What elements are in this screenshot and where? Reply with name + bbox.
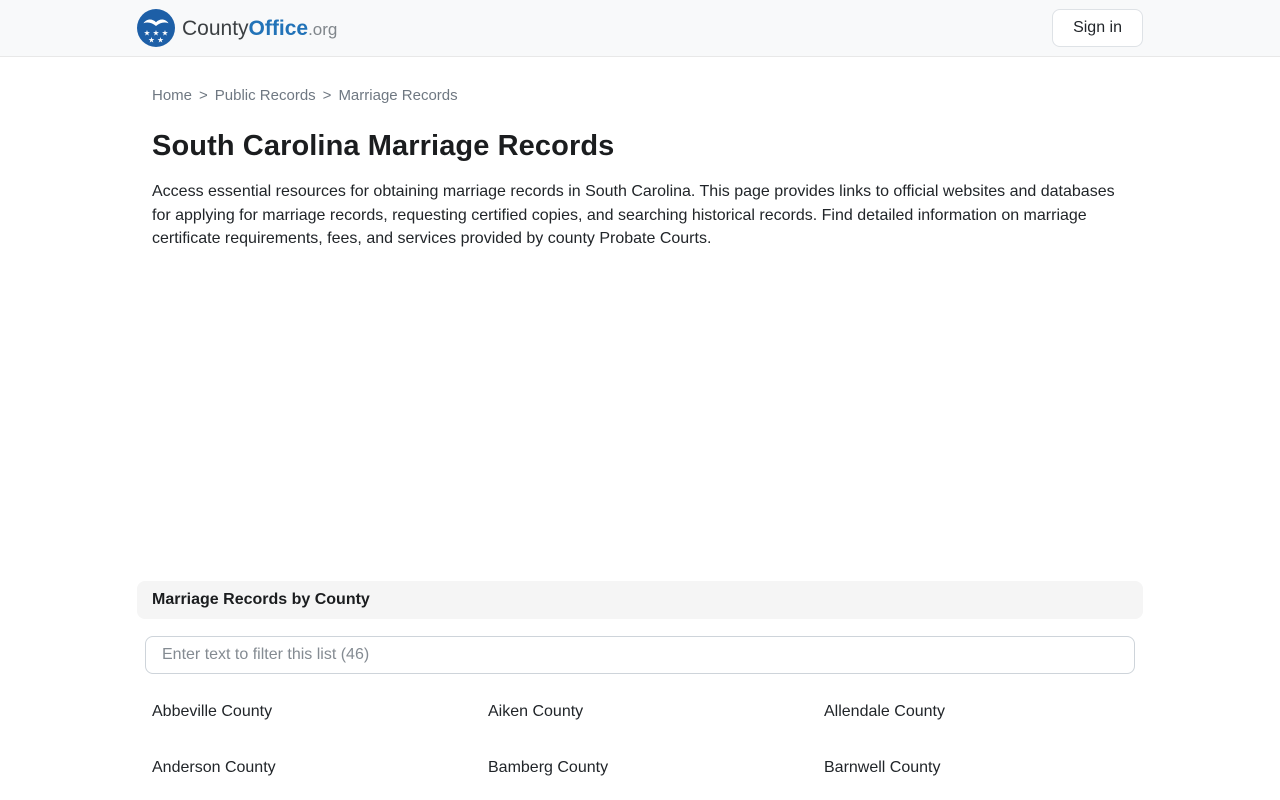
sign-in-button[interactable]: Sign in bbox=[1052, 9, 1143, 47]
county-section: Marriage Records by County Abbeville Cou… bbox=[137, 580, 1143, 777]
logo-text-org: .org bbox=[308, 19, 338, 39]
county-section-title: Marriage Records by County bbox=[152, 590, 370, 608]
county-office-logo[interactable]: ★ ★ ★ ★ ★ CountyOffice.org bbox=[137, 9, 337, 47]
breadcrumb-current-marriage-records: Marriage Records bbox=[338, 87, 458, 104]
county-link-aiken[interactable]: Aiken County bbox=[488, 703, 583, 721]
county-section-header: Marriage Records by County bbox=[137, 580, 1143, 619]
logo-text: CountyOffice.org bbox=[182, 18, 337, 39]
page-title: South Carolina Marriage Records bbox=[152, 130, 615, 162]
breadcrumb-separator: > bbox=[322, 87, 332, 104]
breadcrumb-separator: > bbox=[199, 87, 208, 104]
county-office-logo-icon: ★ ★ ★ ★ ★ bbox=[137, 9, 175, 47]
main-content: Home > Public Records > Marriage Records Sou… bbox=[137, 87, 1143, 777]
county-link-bamberg[interactable]: Bamberg County bbox=[488, 759, 608, 777]
county-link-abbeville[interactable]: Abbeville County bbox=[152, 703, 272, 721]
header-inner: ★ ★ ★ ★ ★ CountyOffice.org Sign in bbox=[137, 9, 1143, 47]
page-description: Access essential resources for obtaining… bbox=[152, 183, 1115, 247]
breadcrumb-link-home[interactable]: Home bbox=[152, 87, 192, 104]
breadcrumb: Home > Public Records > Marriage Records bbox=[152, 87, 1128, 104]
logo-text-county: County bbox=[182, 16, 249, 40]
county-filter-input[interactable] bbox=[145, 635, 1135, 674]
svg-text:★: ★ bbox=[157, 36, 164, 45]
county-link-barnwell[interactable]: Barnwell County bbox=[824, 759, 941, 777]
logo-text-office: Office bbox=[248, 16, 309, 40]
county-list: Abbeville County Aiken County Allendale … bbox=[152, 703, 1128, 777]
site-header: ★ ★ ★ ★ ★ CountyOffice.org Sign in bbox=[0, 0, 1280, 57]
svg-text:★: ★ bbox=[148, 36, 155, 45]
ad-placeholder bbox=[152, 251, 1128, 581]
breadcrumb-link-public-records[interactable]: Public Records bbox=[215, 87, 316, 104]
county-link-anderson[interactable]: Anderson County bbox=[152, 759, 276, 777]
county-link-allendale[interactable]: Allendale County bbox=[824, 703, 945, 721]
